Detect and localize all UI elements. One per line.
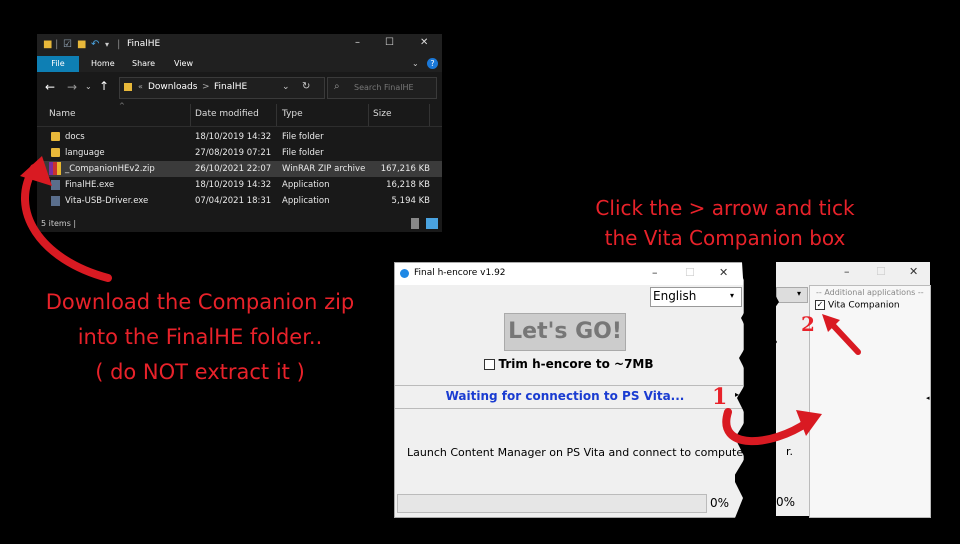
pointer-arrow-shaft [827,319,861,355]
curved-arrow-shaft [722,408,812,445]
red-markers-overlay [722,314,861,445]
